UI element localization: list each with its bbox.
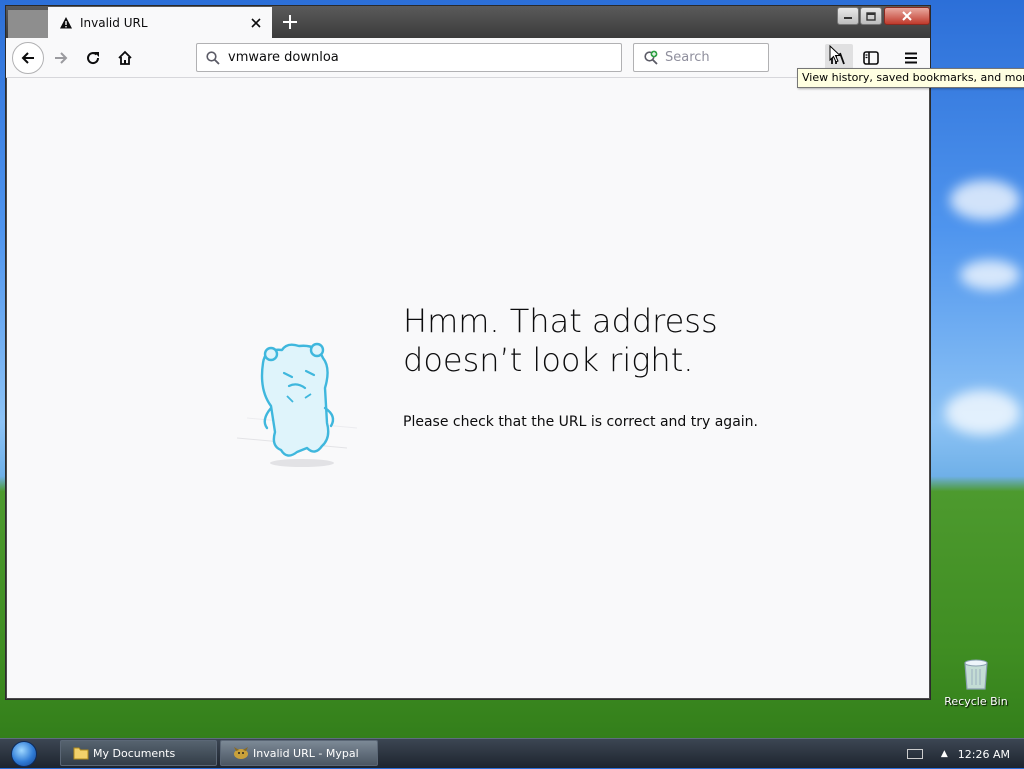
url-bar[interactable]: vmware downloa <box>196 43 622 72</box>
home-button[interactable] <box>111 44 139 72</box>
hamburger-menu-icon <box>905 52 917 64</box>
desktop-wallpaper-cloud <box>950 180 1020 220</box>
windows-logo-icon <box>11 741 37 767</box>
mypal-icon <box>234 747 248 759</box>
taskbar-clock[interactable]: 12:26 AM <box>958 748 1010 761</box>
tab-invalid-url[interactable]: Invalid URL <box>48 7 272 38</box>
page-content: Hmm. That address doesn’t look right. Pl… <box>7 78 929 698</box>
library-tooltip: View history, saved bookmarks, and more <box>797 68 1024 88</box>
system-tray: ▲ 12:26 AM <box>906 739 1024 769</box>
taskbar-item-label: My Documents <box>93 746 176 760</box>
confused-bear-icon <box>236 342 358 467</box>
mouse-cursor-icon <box>829 45 841 63</box>
back-button[interactable] <box>12 42 44 74</box>
close-tab-icon[interactable] <box>244 11 268 35</box>
desktop-wallpaper-cloud <box>945 390 1020 435</box>
restore-icon <box>866 11 876 21</box>
home-icon <box>118 50 132 65</box>
reload-icon <box>87 52 100 65</box>
folder-icon <box>73 747 89 760</box>
browser-window: Invalid URL vmware downloa Search Hmm. T… <box>5 5 931 700</box>
url-input[interactable]: vmware downloa <box>228 50 339 65</box>
close-icon <box>902 11 912 21</box>
close-window-button[interactable] <box>884 7 930 25</box>
sidebar-icon <box>863 51 879 65</box>
taskbar-item-mypal[interactable]: Invalid URL - Mypal <box>220 740 378 766</box>
search-icon <box>206 50 220 65</box>
search-placeholder: Search <box>665 50 710 65</box>
taskbar-item-label: Invalid URL - Mypal <box>253 746 359 760</box>
tab-strip: Invalid URL <box>6 6 930 38</box>
start-button[interactable] <box>7 740 41 768</box>
tab-strip-spacer <box>8 10 48 38</box>
error-message: Please check that the URL is correct and… <box>403 414 758 430</box>
error-title: Hmm. That address doesn’t look right. <box>403 302 718 379</box>
recycle-bin-icon <box>962 657 990 691</box>
warning-icon <box>59 16 73 30</box>
recycle-bin-label: Recycle Bin <box>944 695 1008 708</box>
tab-title: Invalid URL <box>80 15 148 30</box>
search-engine-icon <box>644 50 658 65</box>
recycle-bin[interactable]: Recycle Bin <box>944 657 1008 708</box>
desktop-wallpaper-cloud <box>960 260 1020 290</box>
navigation-toolbar: vmware downloa Search <box>6 38 930 78</box>
minimize-button[interactable] <box>837 7 859 25</box>
taskbar-item-my-documents[interactable]: My Documents <box>60 740 217 766</box>
forward-button[interactable] <box>47 44 75 72</box>
forward-arrow-icon <box>55 52 68 64</box>
back-arrow-icon <box>21 52 34 64</box>
minimize-icon <box>844 17 852 19</box>
search-bar[interactable]: Search <box>633 43 769 72</box>
reload-button[interactable] <box>79 44 107 72</box>
maximize-button[interactable] <box>860 7 882 25</box>
taskbar: My Documents Invalid URL - Mypal ▲ 12:26… <box>0 738 1024 768</box>
show-hidden-icons-icon[interactable]: ▲ <box>941 749 948 759</box>
keyboard-icon[interactable] <box>906 749 923 759</box>
error-illustration <box>227 328 367 468</box>
plus-icon <box>283 15 297 29</box>
new-tab-button[interactable] <box>276 10 304 34</box>
